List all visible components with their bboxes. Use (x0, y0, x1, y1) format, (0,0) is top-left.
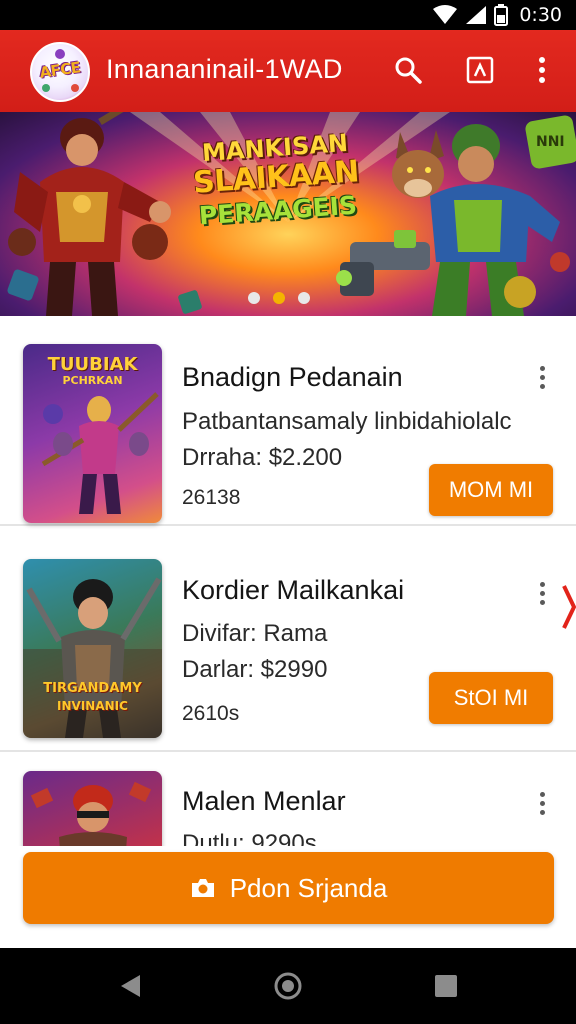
thumbnail-title: TUUBIAK (47, 354, 138, 375)
item-price: Drraha: $2.200 (182, 444, 343, 471)
thumbnail-title: TIRGANDAMY (43, 681, 142, 696)
more-dot (539, 791, 545, 797)
primary-action-label: Pdon Srjanda (229, 872, 388, 903)
item-more-button[interactable] (530, 788, 554, 818)
item-description: Patbantansamaly linbidahiolalc (182, 408, 512, 435)
more-dot (539, 365, 545, 371)
list-item[interactable]: Malen Menlar Dutlu: 9290s (0, 754, 576, 846)
app-title: Innananinail-1WAD (106, 54, 343, 84)
overflow-menu-button[interactable] (524, 52, 560, 88)
item-title: Bnadign Pedanain (182, 362, 403, 392)
item-count: 2610s (182, 702, 240, 725)
status-bar: 0:30 (0, 0, 576, 30)
more-dot (539, 590, 545, 596)
status-time: 0:30 (519, 4, 562, 26)
share-button[interactable] (462, 52, 498, 88)
item-platform: Divifar: Rama (182, 620, 328, 647)
recents-square-icon (435, 975, 457, 997)
more-dot (539, 383, 545, 389)
blaster-prop (336, 230, 430, 296)
more-dot (539, 800, 545, 806)
primary-action-button[interactable]: Pdon Srjanda (23, 852, 554, 924)
thumbnail-subtitle: PCHRKAN (62, 374, 123, 387)
carousel-indicators[interactable] (248, 292, 310, 304)
thumbnail-art (30, 781, 152, 846)
share-box-icon (466, 56, 494, 84)
status-icons: 0:30 (432, 3, 562, 27)
more-vertical-icon (539, 57, 545, 83)
battery-icon (494, 4, 509, 26)
signal-icon (466, 6, 487, 24)
home-circle-icon (274, 972, 302, 1000)
item-thumbnail[interactable] (23, 771, 162, 846)
search-icon (395, 57, 422, 84)
carousel-dot-active[interactable] (273, 292, 285, 304)
item-count: 26138 (182, 486, 241, 509)
item-more-button[interactable] (530, 362, 554, 392)
app-bar: AFCE Innananinail-1WAD (0, 30, 576, 112)
item-title: Kordier Mailkankai (182, 575, 405, 605)
carousel-dot[interactable] (298, 292, 310, 304)
nav-back-button[interactable] (112, 968, 148, 1004)
item-thumbnail[interactable]: TUUBIAK PCHRKAN (23, 344, 162, 523)
more-dot (539, 581, 545, 587)
corner-badge: NNI (525, 115, 576, 169)
svg-text:NNI: NNI (536, 134, 565, 150)
item-thumbnail[interactable]: TIRGANDAMY INVINANIC (23, 559, 162, 738)
item-action-button[interactable]: MOM MI (429, 464, 553, 516)
more-dot (539, 374, 545, 380)
list-item[interactable]: TUUBIAK PCHRKAN Bnadign Pedanain Patbant… (0, 316, 576, 526)
item-title: Malen Menlar (182, 786, 346, 816)
nav-recents-button[interactable] (428, 968, 464, 1004)
more-dot (539, 599, 545, 605)
more-dot (539, 809, 545, 815)
app-logo[interactable]: AFCE (30, 42, 90, 102)
game-list: TUUBIAK PCHRKAN Bnadign Pedanain Patbant… (0, 316, 576, 846)
bottom-action-area: Pdon Srjanda (0, 846, 576, 948)
thumbnail-subtitle: INVINANIC (57, 699, 128, 713)
item-description: Dutlu: 9290s (182, 830, 317, 846)
item-price: Darlar: $2990 (182, 656, 328, 683)
nav-home-button[interactable] (270, 968, 306, 1004)
creature-figure (392, 130, 444, 198)
warrior-left-figure (14, 112, 171, 316)
list-item[interactable]: TIRGANDAMY INVINANIC Kordier Mailkankai … (0, 542, 576, 752)
camera-icon (191, 879, 214, 897)
item-more-button[interactable] (530, 578, 554, 608)
search-button[interactable] (390, 52, 426, 88)
item-action-button[interactable]: StOI MI (429, 672, 553, 724)
system-nav-bar (0, 948, 576, 1024)
promo-banner[interactable]: NNI MANKISAN SLAIKAAN PERAAGEIS (0, 112, 576, 316)
chevron-right-icon[interactable] (562, 584, 576, 630)
wifi-icon (433, 5, 458, 24)
carousel-dot[interactable] (248, 292, 260, 304)
back-triangle-icon (121, 975, 140, 997)
